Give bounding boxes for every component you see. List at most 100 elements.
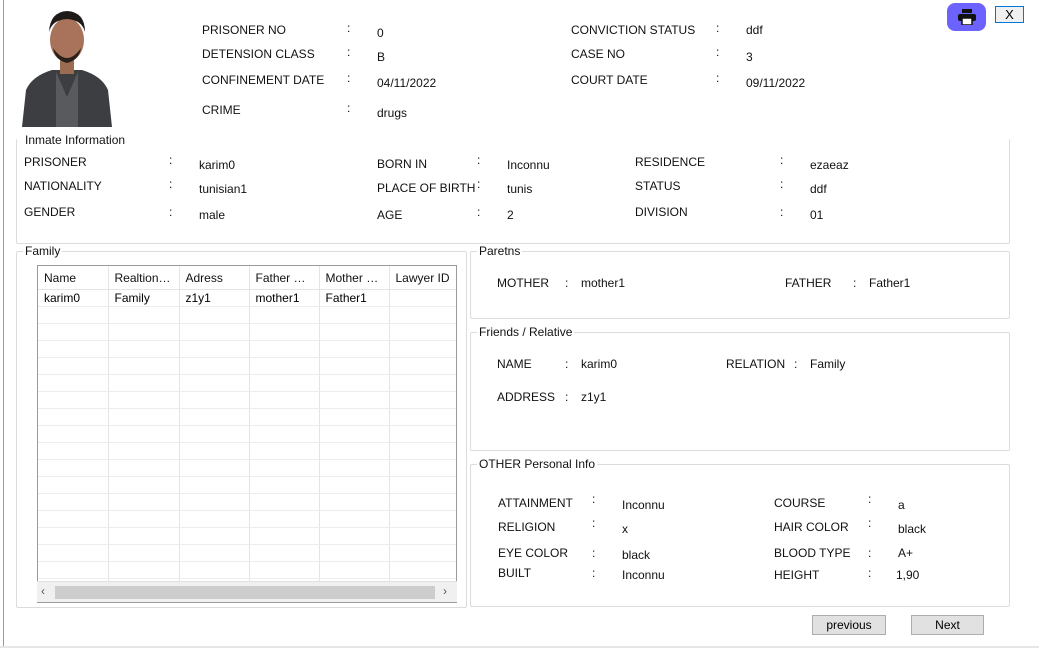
printer-icon xyxy=(957,9,976,25)
inmate-photo xyxy=(22,2,112,127)
gender-label: GENDER xyxy=(24,205,76,219)
other-personal-info-title: OTHER Personal Info xyxy=(477,457,598,471)
scroll-right-icon[interactable]: › xyxy=(443,584,447,598)
horizontal-scrollbar[interactable]: ‹ › xyxy=(37,581,457,602)
table-row-empty xyxy=(38,476,456,494)
confinement-date-label: CONFINEMENT DATE xyxy=(202,73,325,87)
height-label: HEIGHT xyxy=(774,568,820,582)
table-cell[interactable]: z1y1 xyxy=(179,289,250,307)
scroll-left-icon[interactable]: ‹ xyxy=(41,584,45,598)
mother-value: mother1 xyxy=(581,276,626,290)
print-button[interactable] xyxy=(947,3,986,31)
religion-value: x xyxy=(622,522,628,536)
conviction-status-label: CONVICTION STATUS xyxy=(571,23,696,37)
hair-color-value: black xyxy=(898,522,927,536)
detension-class-label: DETENSION CLASS xyxy=(202,47,315,61)
close-button[interactable]: X xyxy=(995,6,1024,23)
father-label: FATHER xyxy=(785,276,832,290)
colon: : xyxy=(477,205,481,219)
detension-class-value: B xyxy=(377,50,386,64)
table-cell[interactable]: Father1 xyxy=(319,289,390,307)
inmate-information-title: Inmate Information xyxy=(23,133,128,147)
column-header-relationship[interactable]: Realtionship xyxy=(108,266,180,290)
previous-button[interactable]: previous xyxy=(812,615,886,635)
place-of-birth-label: PLACE OF BIRTH xyxy=(377,181,476,195)
table-cell[interactable] xyxy=(389,289,456,307)
next-button[interactable]: Next xyxy=(911,615,984,635)
other-personal-info-group: OTHER Personal Info xyxy=(470,457,1010,607)
gender-value: male xyxy=(199,208,226,222)
parents-group: Paretns xyxy=(470,244,1010,319)
column-header-lawyer-id[interactable]: Lawyer ID xyxy=(389,266,456,290)
window-left-border xyxy=(3,0,4,648)
address-value: z1y1 xyxy=(581,390,607,404)
address-label: ADDRESS xyxy=(497,390,556,404)
case-no-label: CASE NO xyxy=(571,47,626,61)
course-label: COURSE xyxy=(774,496,826,510)
column-header-father-name[interactable]: Father Na... xyxy=(249,266,320,290)
table-row-empty xyxy=(38,510,456,528)
table-row-empty xyxy=(38,306,456,324)
table-row[interactable]: karim0 Family z1y1 mother1 Father1 xyxy=(38,289,456,307)
colon: : xyxy=(716,71,720,85)
colon: : xyxy=(347,71,351,85)
colon: : xyxy=(592,516,596,530)
built-label: BUILT xyxy=(498,566,532,580)
prisoner-no-label: PRISONER NO xyxy=(202,23,287,37)
blood-type-value: A+ xyxy=(898,546,914,560)
attainment-value: Inconnu xyxy=(622,498,665,512)
column-header-name[interactable]: Name xyxy=(38,266,109,290)
blood-type-label: BLOOD TYPE xyxy=(774,546,851,560)
age-value: 2 xyxy=(507,208,514,222)
division-label: DIVISION xyxy=(635,205,688,219)
status-label: STATUS xyxy=(635,179,681,193)
table-row-empty xyxy=(38,544,456,562)
colon: : xyxy=(565,276,569,290)
column-header-mother-name[interactable]: Mother N... xyxy=(319,266,390,290)
colon: : xyxy=(716,21,720,35)
family-title: Family xyxy=(23,244,63,258)
confinement-date-value: 04/11/2022 xyxy=(377,76,437,90)
colon: : xyxy=(780,177,784,191)
colon: : xyxy=(868,516,872,530)
colon: : xyxy=(716,45,720,59)
table-row-empty xyxy=(38,340,456,358)
colon: : xyxy=(347,101,351,115)
table-cell[interactable]: mother1 xyxy=(249,289,320,307)
relation-label: RELATION xyxy=(726,357,786,371)
table-row-empty xyxy=(38,357,456,375)
table-cell[interactable]: Family xyxy=(108,289,180,307)
colon: : xyxy=(565,357,569,371)
colon: : xyxy=(868,492,872,506)
column-header-address[interactable]: Adress xyxy=(179,266,250,290)
table-row-empty xyxy=(38,374,456,392)
table-header-row: Name Realtionship Adress Father Na... Mo… xyxy=(38,266,456,290)
colon: : xyxy=(780,153,784,167)
colon: : xyxy=(868,546,872,560)
place-of-birth-value: tunis xyxy=(507,182,533,196)
height-value: 1,90 xyxy=(896,568,920,582)
residence-value: ezaeaz xyxy=(810,158,849,172)
scrollbar-thumb[interactable] xyxy=(55,586,435,599)
table-row-empty xyxy=(38,442,456,460)
table-row-empty xyxy=(38,425,456,443)
nationality-label: NATIONALITY xyxy=(24,179,102,193)
table-row-empty xyxy=(38,391,456,409)
prisoner-value: karim0 xyxy=(199,158,236,172)
colon: : xyxy=(853,276,857,290)
built-value: Inconnu xyxy=(622,568,665,582)
mother-label: MOTHER xyxy=(497,276,549,290)
colon: : xyxy=(592,566,596,580)
family-table[interactable]: Name Realtionship Adress Father Na... Mo… xyxy=(37,265,457,603)
course-value: a xyxy=(898,498,905,512)
residence-label: RESIDENCE xyxy=(635,155,706,169)
table-cell[interactable]: karim0 xyxy=(38,289,109,307)
parents-title: Paretns xyxy=(477,244,523,258)
colon: : xyxy=(347,21,351,35)
age-label: AGE xyxy=(377,208,403,222)
colon: : xyxy=(592,546,596,560)
case-no-value: 3 xyxy=(746,50,753,64)
friends-relative-title: Friends / Relative xyxy=(477,325,575,339)
colon: : xyxy=(565,390,569,404)
colon: : xyxy=(169,205,173,219)
